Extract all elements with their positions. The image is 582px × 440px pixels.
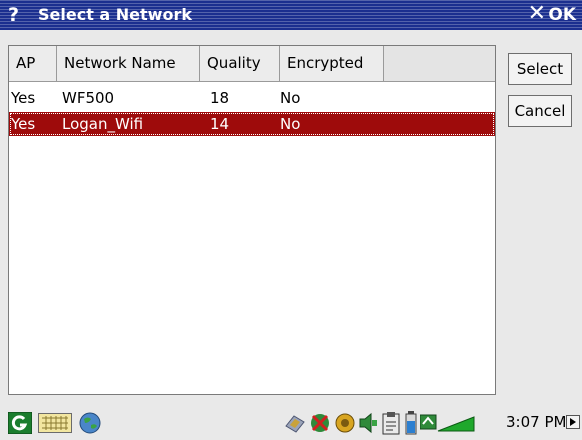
cell-quality: 18 — [210, 89, 230, 107]
column-header-filler — [384, 46, 495, 81]
start-icon[interactable] — [8, 412, 32, 434]
cell-encrypted: No — [280, 115, 301, 133]
window-title: Select a Network — [38, 5, 192, 24]
cell-ap: Yes — [11, 89, 36, 107]
cancel-button[interactable]: Cancel — [508, 95, 572, 127]
title-bar: ? Select a Network ✕ OK — [0, 0, 582, 30]
column-header-quality[interactable]: Quality — [200, 46, 280, 81]
cell-encrypted: No — [280, 89, 301, 107]
arrow-right-icon[interactable] — [566, 415, 580, 429]
globe-icon[interactable] — [78, 411, 102, 435]
help-icon[interactable]: ? — [8, 4, 19, 26]
close-icon[interactable]: ✕ — [528, 3, 546, 25]
table-row[interactable]: Yes WF500 18 No — [9, 86, 495, 110]
clipboard-icon[interactable] — [381, 411, 401, 435]
cell-quality: 14 — [210, 115, 230, 133]
battery-icon[interactable] — [405, 411, 417, 435]
cell-network-name: WF500 — [62, 89, 115, 107]
security-icon[interactable] — [308, 411, 332, 435]
cell-ap: Yes — [11, 115, 36, 133]
speaker-icon[interactable] — [357, 412, 379, 434]
column-header-ap[interactable]: AP — [9, 46, 57, 81]
select-button[interactable]: Select — [508, 53, 572, 85]
keyboard-icon[interactable] — [38, 413, 72, 433]
table-row-selected[interactable]: Yes Logan_Wifi 14 No — [9, 112, 495, 136]
network-list[interactable]: AP Network Name Quality Encrypted Yes WF… — [8, 45, 496, 395]
column-header-encrypted[interactable]: Encrypted — [280, 46, 384, 81]
taskbar: 3:07 PM — [0, 404, 582, 440]
table-header: AP Network Name Quality Encrypted — [9, 46, 495, 82]
ok-button[interactable]: OK — [548, 5, 576, 25]
cell-network-name: Logan_Wifi — [62, 115, 144, 133]
clock[interactable]: 3:07 PM — [506, 413, 566, 431]
column-header-network-name[interactable]: Network Name — [57, 46, 200, 81]
sun-icon[interactable] — [333, 411, 357, 435]
network-icon[interactable] — [284, 412, 306, 434]
wifi-signal-icon[interactable] — [420, 412, 476, 434]
